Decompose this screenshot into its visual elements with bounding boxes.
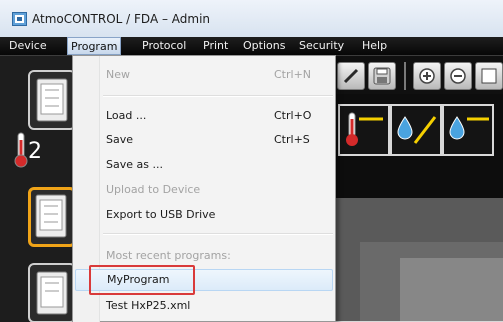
menu-help[interactable]: Help xyxy=(362,37,387,55)
save-disk-button[interactable] xyxy=(368,62,396,90)
toolbar-separator xyxy=(404,62,406,90)
humidity-ramp-icon xyxy=(397,116,437,144)
device-tile[interactable] xyxy=(28,70,76,130)
menu-item-save[interactable]: Save Ctrl+S xyxy=(73,129,335,151)
floppy-disk-icon xyxy=(373,67,391,85)
title-bar: AtmoCONTROL / FDA – Admin xyxy=(0,0,503,37)
humidity-ramp-symbol[interactable] xyxy=(390,104,442,156)
zoom-in-icon xyxy=(419,68,435,84)
pencil-icon xyxy=(343,68,359,84)
recent-programs-heading: Most recent programs: xyxy=(106,249,231,262)
menu-item-save-as[interactable]: Save as ... xyxy=(73,154,335,176)
menu-item-load[interactable]: Load ... Ctrl+O xyxy=(73,105,335,127)
menu-program[interactable]: Program xyxy=(67,37,122,55)
menu-protocol[interactable]: Protocol xyxy=(142,37,186,55)
menu-options[interactable]: Options xyxy=(243,37,285,55)
zoom-out-icon xyxy=(450,68,466,84)
graph-area-layer xyxy=(400,258,503,322)
zoom-out-button[interactable] xyxy=(444,62,472,90)
menu-print[interactable]: Print xyxy=(203,37,228,55)
app-window: AtmoCONTROL / FDA – Admin Device Program… xyxy=(0,0,503,322)
thermometer-setpoint-icon xyxy=(346,112,383,146)
window-title: AtmoCONTROL / FDA – Admin xyxy=(32,12,211,26)
toolbar-icon xyxy=(481,68,497,84)
device-value: 2 xyxy=(28,139,42,164)
menu-item-upload-to-device[interactable]: Upload to Device xyxy=(73,179,335,201)
toolbar-button[interactable] xyxy=(475,62,503,90)
recent-program-item[interactable]: Test HxP25.xml xyxy=(73,295,335,317)
edit-button[interactable] xyxy=(337,62,365,90)
menu-bar: Device Program Protocol Print Options Se… xyxy=(0,37,503,56)
menu-item-new[interactable]: New Ctrl+N xyxy=(73,64,335,86)
highlight-annotation xyxy=(89,265,195,295)
menu-separator xyxy=(103,95,333,97)
oven-icon xyxy=(36,78,68,122)
thermometer-icon xyxy=(14,132,28,168)
humidity-symbol[interactable] xyxy=(442,104,494,156)
temperature-symbol[interactable] xyxy=(338,104,390,156)
menu-item-export-usb[interactable]: Export to USB Drive xyxy=(73,204,335,226)
device-tile[interactable] xyxy=(28,263,76,322)
menu-separator xyxy=(103,233,333,235)
oven-icon xyxy=(35,194,67,238)
zoom-in-button[interactable] xyxy=(413,62,441,90)
menu-security[interactable]: Security xyxy=(299,37,344,55)
humidity-setpoint-icon xyxy=(449,116,489,140)
device-tile-selected[interactable] xyxy=(28,187,76,247)
menu-device[interactable]: Device xyxy=(9,37,47,55)
app-icon xyxy=(12,12,27,26)
oven-icon xyxy=(36,271,68,315)
